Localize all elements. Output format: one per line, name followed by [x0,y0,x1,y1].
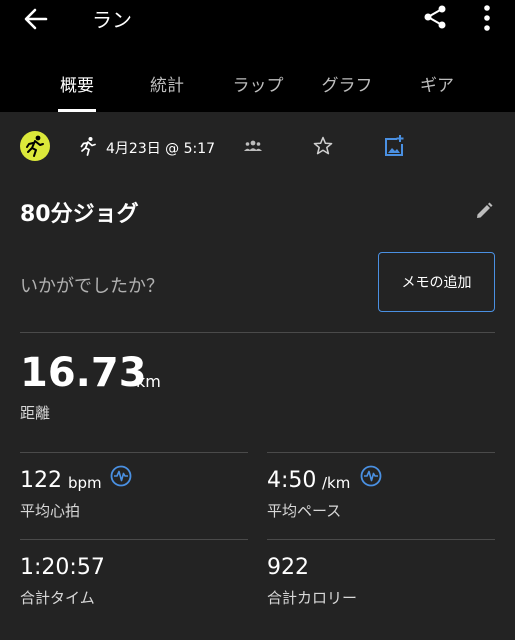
total-time-value: 1:20:57 [20,555,105,580]
add-photo-icon[interactable] [383,134,405,158]
tab-gear[interactable]: ギア [410,71,464,111]
page-title: ラン [92,8,132,32]
activity-name: 80分ジョグ [20,202,139,227]
activity-info-row: 4月23日 @ 5:17 [0,126,515,170]
star-icon[interactable] [312,135,334,157]
activity-date: 4月23日 @ 5:17 [106,141,216,157]
run-icon [78,136,98,156]
pencil-icon [477,202,493,218]
distance-value: 16.73 [20,350,147,396]
avg-hr-unit: bpm [68,474,102,492]
share-icon [424,5,446,29]
arrow-left-icon [24,8,48,30]
avg-pace-unit: /km [322,474,351,492]
add-memo-button[interactable]: メモの追加 [378,252,495,312]
active-tab-indicator [58,109,96,112]
share-button[interactable] [421,3,449,31]
divider [20,332,495,333]
divider [267,452,495,453]
total-time-label: 合計タイム [20,589,95,607]
edit-name-button[interactable] [474,201,494,221]
avg-hr-label: 平均心拍 [20,502,81,520]
avg-hr-value: 122 [20,468,62,493]
divider [267,539,495,540]
divider [20,452,248,453]
tab-overview[interactable]: 概要 [50,71,104,111]
tab-laps[interactable]: ラップ [224,71,292,111]
total-calories-label: 合計カロリー [267,589,358,607]
top-app-bar: ラン 概要 統計 ラップ グラフ ギア [0,0,515,112]
feeling-prompt[interactable]: いかがでしたか？ [20,272,164,298]
group-icon[interactable] [243,138,263,154]
distance-unit: km [136,372,161,391]
avg-pace-value: 4:50 [267,468,317,493]
activity-detail-screen: ラン 概要 統計 ラップ グラフ ギア 4月23日 @ 5:17 80分ジョグ … [0,0,515,640]
total-calories-value: 922 [267,555,309,580]
pace-chart-icon[interactable] [360,465,382,487]
more-options-button[interactable] [476,3,498,33]
tab-stats[interactable]: 統計 [140,71,194,111]
tab-graphs[interactable]: グラフ [313,71,381,111]
heart-rate-icon[interactable] [110,465,132,487]
back-button[interactable] [22,5,50,33]
more-vert-icon [484,5,490,31]
distance-label: 距離 [20,404,51,422]
tab-bar: 概要 統計 ラップ グラフ ギア [0,66,515,112]
divider [20,539,248,540]
runner-badge-icon [20,131,50,161]
avg-pace-label: 平均ペース [267,502,342,520]
